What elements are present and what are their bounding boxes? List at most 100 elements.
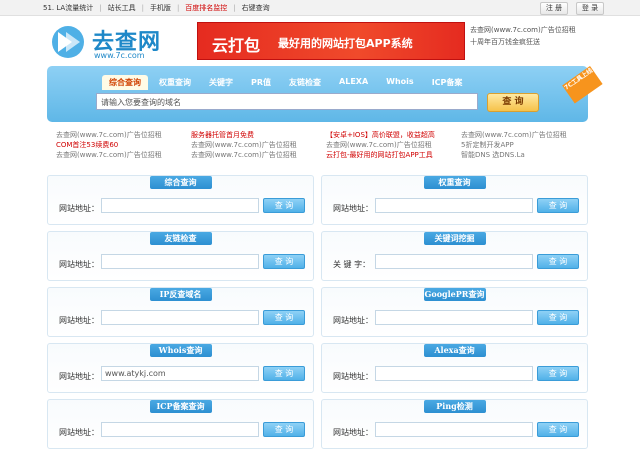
- ad-link[interactable]: 服务器托管首月免费: [191, 130, 326, 140]
- login-button[interactable]: 登 录: [576, 2, 604, 15]
- ad-link[interactable]: 去查网(www.7c.com)广告位招租: [326, 140, 461, 150]
- url-input[interactable]: [375, 310, 533, 325]
- register-button[interactable]: 注 册: [540, 2, 568, 15]
- divider: |: [233, 4, 236, 12]
- panel-google-pr: GooglePR查询 网站地址： 查 询: [321, 287, 588, 337]
- query-button[interactable]: 查 询: [263, 254, 305, 269]
- url-input[interactable]: [375, 198, 533, 213]
- panel-title: GooglePR查询: [423, 288, 486, 301]
- keyword-input[interactable]: [375, 254, 533, 269]
- tab-whois[interactable]: Whois: [379, 75, 421, 90]
- tab-weight[interactable]: 权重查询: [152, 75, 198, 90]
- field-label: 网站地址：: [59, 316, 99, 325]
- banner-subtitle: 最好用的网站打包APP系统: [278, 37, 413, 50]
- query-button[interactable]: 查 询: [537, 310, 579, 325]
- field-label: 网站地址：: [59, 428, 99, 437]
- query-button[interactable]: 查 询: [263, 198, 305, 213]
- tab-friendlink[interactable]: 友链检查: [282, 75, 328, 90]
- panel-ip-reverse: IP反查域名 网站地址： 查 询: [47, 287, 314, 337]
- ad-link[interactable]: 去查网(www.7c.com)广告位招租: [56, 150, 191, 160]
- top-bar: 51. LA流量统计 | 站长工具 | 手机版 | 百度排名监控 | 右键查询 …: [0, 0, 640, 16]
- panel-keyword-mining: 关键词挖掘 关 键 字： 查 询: [321, 231, 588, 281]
- panel-ping: Ping检测 网站地址： 查 询: [321, 399, 588, 449]
- search-input[interactable]: 请输入您要查询的域名: [96, 93, 478, 110]
- ad-row: 去查网(www.7c.com)广告位招租 服务器托管首月免费 【安卓+IOS】高…: [56, 130, 596, 140]
- panel-title: Whois查询: [149, 344, 212, 357]
- search-button[interactable]: 查 询: [487, 93, 539, 112]
- tab-comprehensive[interactable]: 综合查询: [102, 75, 148, 90]
- text-ads: 去查网(www.7c.com)广告位招租 服务器托管首月免费 【安卓+IOS】高…: [56, 130, 596, 160]
- new-tools-ribbon: 7C工具上线: [562, 66, 603, 104]
- panel-title: 关键词挖掘: [423, 232, 486, 245]
- ad-link[interactable]: 智能DNS 选DNS.La: [461, 150, 596, 160]
- top-link-webmaster-tools[interactable]: 站长工具: [108, 3, 136, 13]
- right-ad[interactable]: 去查网(www.7c.com)广告位招租 十周年百万钱金疯狂送: [470, 24, 576, 48]
- top-link-mobile[interactable]: 手机版: [150, 3, 171, 13]
- field-label: 关 键 字：: [333, 260, 371, 269]
- query-button[interactable]: 查 询: [537, 198, 579, 213]
- panel-title: 权重查询: [423, 176, 486, 189]
- logo-arrow-icon: [52, 26, 84, 58]
- tab-icp[interactable]: ICP备案: [425, 75, 470, 90]
- field-label: 网站地址：: [333, 316, 373, 325]
- query-button[interactable]: 查 询: [537, 366, 579, 381]
- field-label: 网站地址：: [59, 204, 99, 213]
- url-input[interactable]: [101, 198, 259, 213]
- tab-alexa[interactable]: ALEXA: [332, 75, 375, 90]
- panel-title: IP反查域名: [149, 288, 212, 301]
- query-button[interactable]: 查 询: [537, 422, 579, 437]
- ad-link[interactable]: 去查网(www.7c.com)广告位招租: [461, 130, 596, 140]
- ad-link[interactable]: 【安卓+IOS】高价联盟，收益超高: [326, 130, 461, 140]
- tab-keyword[interactable]: 关键字: [202, 75, 240, 90]
- right-ad-line: 去查网(www.7c.com)广告位招租: [470, 26, 576, 34]
- field-label: 网站地址：: [333, 204, 373, 213]
- top-links: 51. LA流量统计 | 站长工具 | 手机版 | 百度排名监控 | 右键查询: [43, 3, 270, 13]
- top-link-baidu-rank[interactable]: 百度排名监控: [185, 3, 227, 13]
- field-label: 网站地址：: [59, 260, 99, 269]
- ad-link[interactable]: COM首注53续费60: [56, 140, 191, 150]
- ad-row: 去查网(www.7c.com)广告位招租 去查网(www.7c.com)广告位招…: [56, 150, 596, 160]
- site-logo[interactable]: 去查网 www.7c.com: [50, 24, 165, 62]
- ad-link[interactable]: 去查网(www.7c.com)广告位招租: [191, 150, 326, 160]
- ad-link[interactable]: 云打包-最好用的网站打包APP工具: [326, 150, 461, 160]
- right-ad-line: 十周年百万钱金疯狂送: [470, 38, 540, 46]
- divider: |: [176, 4, 180, 12]
- query-button[interactable]: 查 询: [263, 422, 305, 437]
- url-input[interactable]: [375, 366, 533, 381]
- logo-domain: www.7c.com: [94, 51, 145, 60]
- ad-row: COM首注53续费60 去查网(www.7c.com)广告位招租 去查网(www…: [56, 140, 596, 150]
- ad-link[interactable]: 去查网(www.7c.com)广告位招租: [56, 130, 191, 140]
- panel-title: ICP备案查询: [149, 400, 212, 413]
- url-input[interactable]: [101, 254, 259, 269]
- url-input[interactable]: www.atykj.com: [101, 366, 259, 381]
- panel-comprehensive-query: 综合查询 网站地址： 查 询: [47, 175, 314, 225]
- top-link-51la[interactable]: 51. LA流量统计: [43, 3, 93, 13]
- ad-link[interactable]: 5折定制开发APP: [461, 140, 596, 150]
- query-button[interactable]: 查 询: [537, 254, 579, 269]
- tab-pr[interactable]: PR值: [244, 75, 278, 90]
- panel-alexa: Alexa查询 网站地址： 查 询: [321, 343, 588, 393]
- panel-whois: Whois查询 网站地址： www.atykj.com 查 询: [47, 343, 314, 393]
- panel-title: Ping检测: [423, 400, 486, 413]
- panel-icp: ICP备案查询 网站地址： 查 询: [47, 399, 314, 449]
- search-tabs: 综合查询 权重查询 关键字 PR值 友链检查 ALEXA Whois ICP备案: [102, 75, 473, 90]
- banner-title: 云打包: [212, 36, 261, 55]
- field-label: 网站地址：: [59, 372, 99, 381]
- search-box: 综合查询 权重查询 关键字 PR值 友链检查 ALEXA Whois ICP备案…: [47, 66, 603, 122]
- query-button[interactable]: 查 询: [263, 310, 305, 325]
- query-button[interactable]: 查 询: [263, 366, 305, 381]
- panel-weight-query: 权重查询 网站地址： 查 询: [321, 175, 588, 225]
- banner-ad[interactable]: 云打包 最好用的网站打包APP系统: [197, 22, 465, 60]
- ad-link[interactable]: 去查网(www.7c.com)广告位招租: [191, 140, 326, 150]
- field-label: 网站地址：: [333, 372, 373, 381]
- field-label: 网站地址：: [333, 428, 373, 437]
- top-link-right-click[interactable]: 右键查询: [242, 3, 270, 13]
- divider: |: [99, 4, 102, 12]
- panel-title: Alexa查询: [423, 344, 486, 357]
- panel-title: 友链检查: [149, 232, 212, 245]
- url-input[interactable]: [101, 422, 259, 437]
- divider: |: [141, 4, 144, 12]
- url-input[interactable]: [375, 422, 533, 437]
- url-input[interactable]: [101, 310, 259, 325]
- panel-friendlink-check: 友链检查 网站地址： 查 询: [47, 231, 314, 281]
